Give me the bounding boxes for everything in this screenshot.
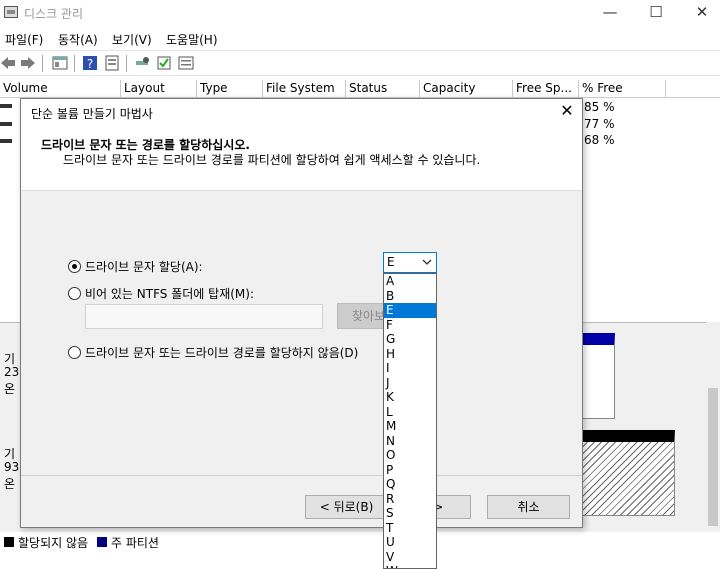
help-icon[interactable]: ? (82, 55, 98, 71)
legend-primary: 주 파티션 (111, 536, 159, 550)
drive-letter-option[interactable]: E (384, 303, 436, 318)
toolbar: ? (0, 50, 720, 76)
scrollbar-thumb[interactable] (708, 388, 718, 526)
unallocated-swatch (4, 537, 14, 547)
wizard-subheading: 드라이브 문자 또는 드라이브 경로를 파티션에 할당하여 쉽게 액세스할 수 … (63, 153, 481, 167)
drive-letter-option[interactable]: T (384, 521, 436, 536)
volume-icon (0, 122, 12, 126)
legend: 할당되지 않음 주 파티션 (0, 533, 720, 551)
back-button[interactable]: < 뒤로(B) (305, 495, 388, 519)
drive-letter-option[interactable]: Q (384, 477, 436, 492)
drive-letter-option[interactable]: N (384, 434, 436, 449)
radio-mount-folder-label[interactable]: 비어 있는 NTFS 폴더에 탑재(M): (85, 285, 254, 302)
menu-action[interactable]: 동작(A) (58, 31, 98, 48)
footer-divider (21, 475, 582, 476)
wizard-header: 단순 볼륨 만들기 마법사 ✕ 드라이브 문자 또는 경로를 할당하십시오. 드… (21, 99, 582, 191)
drive-letter-option[interactable]: G (384, 332, 436, 347)
drive-letter-option[interactable]: A (384, 274, 436, 289)
menu-bar: 파일(F) 동작(A) 보기(V) 도움말(H) (0, 28, 720, 48)
drive-letter-option[interactable]: F (384, 318, 436, 333)
drive-letter-option[interactable]: U (384, 535, 436, 550)
minimize-button[interactable]: — (587, 0, 633, 26)
volume-icon (0, 139, 12, 143)
console-tree-icon[interactable] (52, 55, 68, 71)
radio-no-letter[interactable] (68, 346, 81, 359)
title-bar: 디스크 관리 — ☐ ✕ (0, 0, 720, 26)
drive-letter-option[interactable]: S (384, 506, 436, 521)
percent-free-value: 77 % (584, 117, 615, 131)
menu-help[interactable]: 도움말(H) (166, 31, 218, 48)
disk-status: 온 (4, 382, 16, 396)
drive-letter-option[interactable]: L (384, 405, 436, 420)
maximize-button[interactable]: ☐ (633, 0, 679, 26)
menu-view[interactable]: 보기(V) (112, 31, 152, 48)
checklist-icon[interactable] (156, 55, 172, 71)
properties-icon[interactable] (104, 55, 120, 71)
primary-swatch (97, 537, 107, 547)
radio-no-letter-label[interactable]: 드라이브 문자 또는 드라이브 경로를 할당하지 않음(D) (85, 344, 358, 361)
window-title: 디스크 관리 (24, 7, 84, 21)
drive-letter-option[interactable]: W (384, 564, 436, 568)
radio-mount-folder[interactable] (68, 287, 81, 300)
column-type[interactable]: Type (197, 80, 263, 98)
column-file-system[interactable]: File System (263, 80, 346, 98)
new-simple-volume-wizard: 단순 볼륨 만들기 마법사 ✕ 드라이브 문자 또는 경로를 할당하십시오. 드… (20, 98, 583, 528)
disk-size: 93 (4, 460, 20, 474)
percent-free-value: 68 % (584, 133, 615, 147)
wizard-close-button[interactable]: ✕ (557, 101, 577, 121)
mount-path-input[interactable] (85, 304, 323, 329)
drive-letter-option[interactable]: O (384, 448, 436, 463)
volume-list-header: Volume Layout Type File System Status Ca… (0, 80, 720, 98)
radio-assign-letter-label[interactable]: 드라이브 문자 할당(A): (85, 258, 203, 275)
drive-letter-option[interactable]: M (384, 419, 436, 434)
column-layout[interactable]: Layout (121, 80, 197, 98)
back-arrow-icon[interactable] (0, 55, 16, 71)
wizard-title: 단순 볼륨 만들기 마법사 (31, 107, 153, 121)
radio-assign-letter[interactable] (68, 260, 81, 273)
connect-icon[interactable] (134, 55, 150, 71)
drive-letter-dropdown-list: ABEFGHIJKLMNOPQRSTUVW (383, 273, 437, 569)
drive-letter-value: E (387, 255, 395, 269)
primary-partition[interactable] (580, 333, 615, 419)
drive-letter-option[interactable]: I (384, 361, 436, 376)
column-free-space[interactable]: Free Sp... (513, 80, 579, 98)
column-status[interactable]: Status (346, 80, 420, 98)
drive-letter-option[interactable]: H (384, 347, 436, 362)
legend-unallocated: 할당되지 않음 (18, 536, 89, 550)
disk-size: 23 (4, 365, 20, 379)
drive-letter-option[interactable]: J (384, 376, 436, 391)
cancel-button[interactable]: 취소 (487, 495, 570, 519)
column-percent-free[interactable]: % Free (579, 80, 666, 98)
menu-file[interactable]: 파일(F) (5, 31, 43, 48)
volume-icon (0, 104, 12, 108)
disk-management-icon (4, 6, 18, 18)
drive-letter-option[interactable]: K (384, 390, 436, 405)
chevron-down-icon (422, 259, 432, 265)
unallocated-space[interactable] (580, 430, 675, 516)
drive-letter-option[interactable]: P (384, 463, 436, 478)
disk-status: 온 (4, 477, 16, 491)
column-capacity[interactable]: Capacity (420, 80, 513, 98)
percent-free-value: 85 % (584, 100, 615, 114)
close-button[interactable]: ✕ (679, 0, 720, 26)
drive-letter-option[interactable]: R (384, 492, 436, 507)
svg-text:?: ? (87, 57, 93, 71)
drive-letter-option[interactable]: V (384, 550, 436, 565)
drive-letter-select[interactable]: E (383, 252, 437, 273)
forward-arrow-icon[interactable] (20, 55, 36, 71)
column-volume[interactable]: Volume (0, 80, 121, 98)
drive-letter-option[interactable]: B (384, 289, 436, 304)
list-view-icon[interactable] (178, 55, 194, 71)
